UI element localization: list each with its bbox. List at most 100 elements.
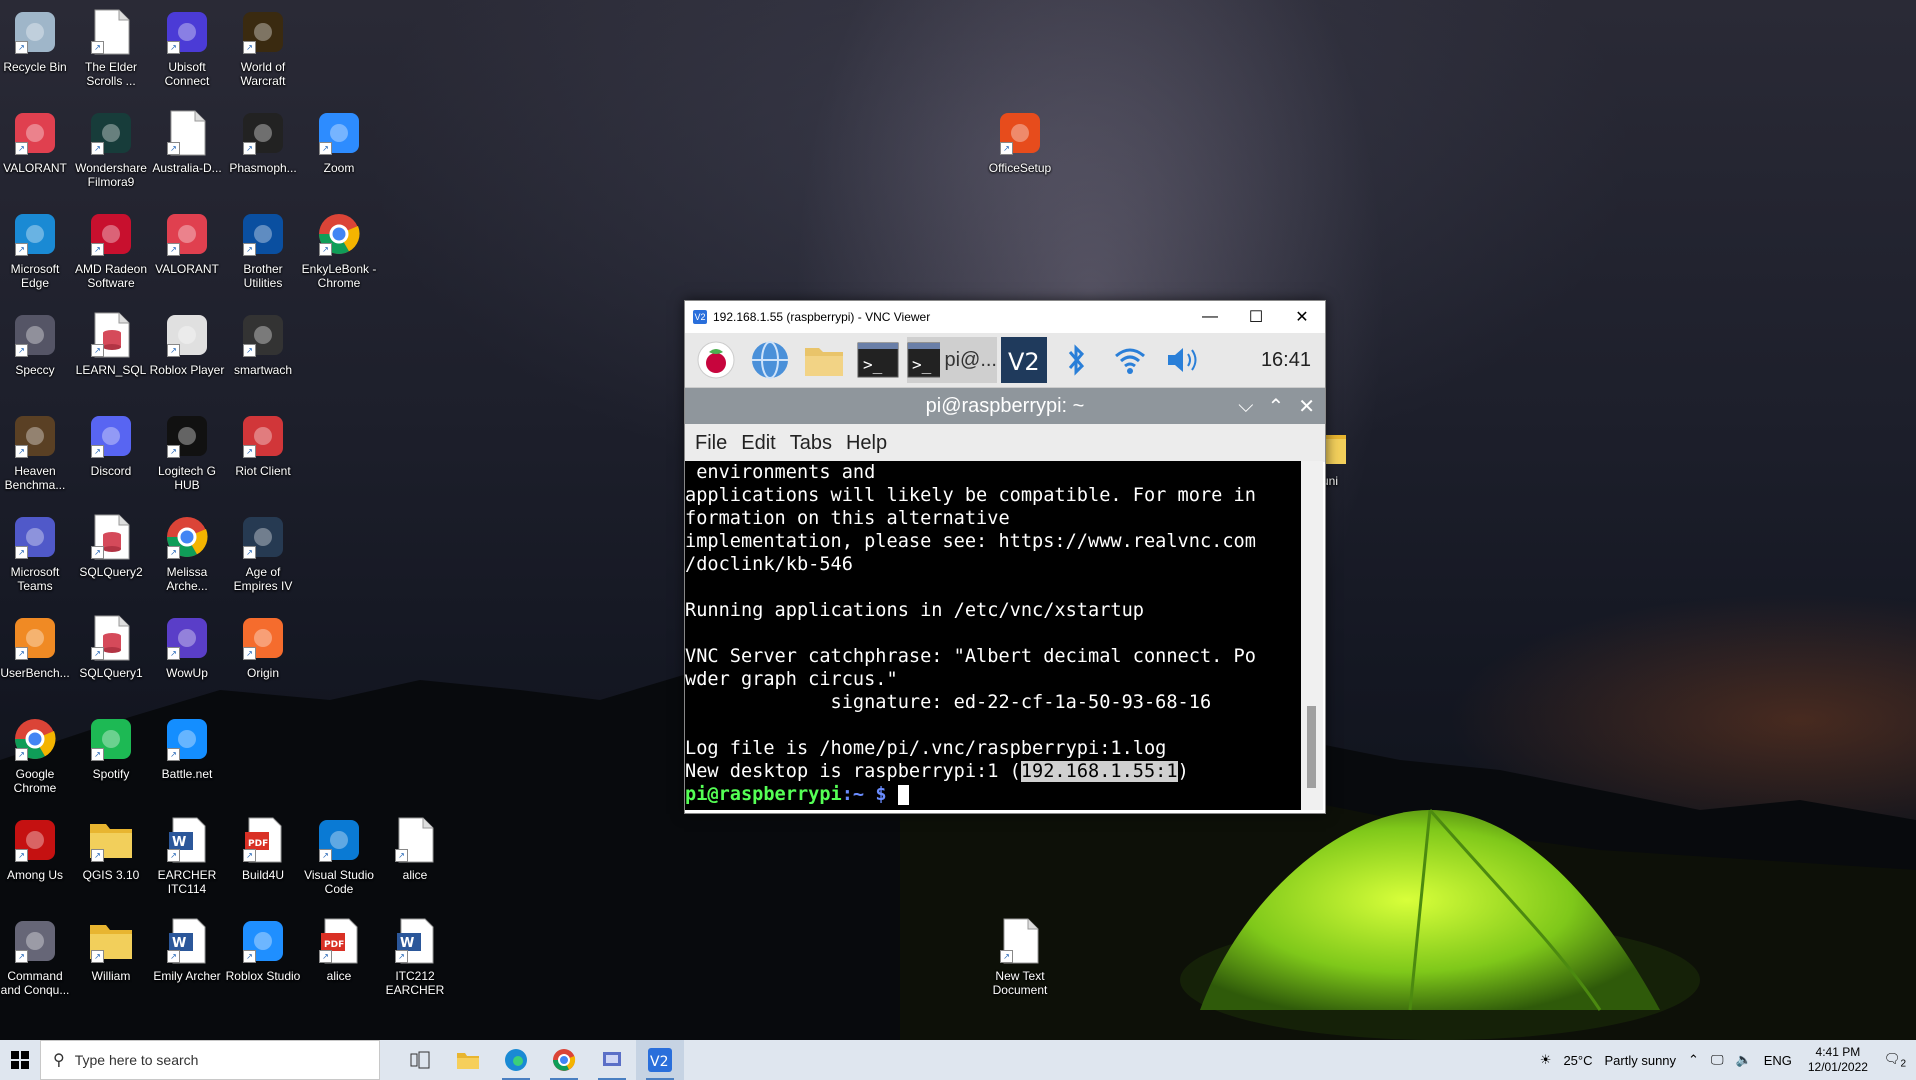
- task-view-icon[interactable]: [396, 1040, 444, 1080]
- desktop-icon[interactable]: ↗ WowUp: [148, 614, 226, 680]
- shortcut-arrow-icon: ↗: [319, 849, 332, 862]
- desktop-icon[interactable]: ↗ LEARN_SQL: [72, 311, 150, 377]
- desktop-icon[interactable]: ↗ Zoom: [300, 109, 378, 175]
- terminal-close-icon[interactable]: ✕: [1298, 394, 1315, 419]
- desktop-icon[interactable]: ↗ Spotify: [72, 715, 150, 781]
- notifications-icon[interactable]: 🗨2: [1884, 1051, 1906, 1070]
- amd-icon: ↗: [87, 210, 135, 258]
- desktop-icon[interactable]: ↗ AMD Radeon Software: [72, 210, 150, 290]
- speaker-icon[interactable]: 🔈: [1736, 1052, 1752, 1068]
- bluetooth-icon[interactable]: [1051, 337, 1101, 383]
- desktop-icon[interactable]: ↗ UserBench...: [0, 614, 74, 680]
- desktop-icon[interactable]: ↗ Battle.net: [148, 715, 226, 781]
- desktop-icon[interactable]: ↗ Australia-D...: [148, 109, 226, 175]
- minimize-button[interactable]: —: [1187, 301, 1233, 333]
- desktop-icon[interactable]: ↗ Origin: [224, 614, 302, 680]
- desktop-icon[interactable]: ↗ QGIS 3.10: [72, 816, 150, 882]
- close-button[interactable]: ✕: [1279, 301, 1325, 333]
- start-button[interactable]: [0, 1040, 40, 1080]
- desktop-icon[interactable]: ↗ New Text Document: [981, 917, 1059, 997]
- desktop-icon[interactable]: W ↗ Emily Archer: [148, 917, 226, 983]
- desktop-icon[interactable]: ↗ Command and Conqu...: [0, 917, 74, 997]
- volume-icon[interactable]: [1159, 337, 1209, 383]
- weather-icon[interactable]: ☀: [1540, 1052, 1552, 1068]
- desktop-icon[interactable]: ↗ alice: [376, 816, 454, 882]
- selected-address[interactable]: 192.168.1.55:1: [1020, 761, 1178, 782]
- vnc-viewer-window[interactable]: V2 192.168.1.55 (raspberrypi) - VNC View…: [684, 300, 1326, 814]
- desktop-icon[interactable]: ↗ World of Warcraft: [224, 8, 302, 88]
- desktop-icon[interactable]: ↗ Recycle Bin: [0, 8, 74, 74]
- wifi-icon[interactable]: [1105, 337, 1155, 383]
- menu-help[interactable]: Help: [846, 432, 887, 455]
- taskbar-clock[interactable]: 4:41 PM 12/01/2022: [1808, 1045, 1868, 1075]
- desktop-icon[interactable]: ↗ Logitech G HUB: [148, 412, 226, 492]
- web-browser-icon[interactable]: [745, 337, 795, 383]
- desktop-icon-label: Age of Empires IV: [233, 565, 293, 593]
- desktop-icon[interactable]: ↗ Discord: [72, 412, 150, 478]
- desktop-icon[interactable]: ↗ Heaven Benchma...: [0, 412, 74, 492]
- terminal-scrollbar[interactable]: [1301, 461, 1323, 810]
- terminal-output[interactable]: environments and applications will likely…: [685, 461, 1301, 810]
- desktop-icon[interactable]: ↗ Microsoft Teams: [0, 513, 74, 593]
- search-box[interactable]: ⚲ Type here to search: [40, 1040, 380, 1080]
- desktop-icon[interactable]: ↗ William: [72, 917, 150, 983]
- desktop-icon[interactable]: ↗ The Elder Scrolls ...: [72, 8, 150, 88]
- desktop-icon[interactable]: ↗ Phasmoph...: [224, 109, 302, 175]
- desktop-icon[interactable]: PDF ↗ Build4U: [224, 816, 302, 882]
- menu-file[interactable]: File: [695, 432, 727, 455]
- desktop-icon[interactable]: W ↗ ITC212 EARCHER: [376, 917, 454, 997]
- desktop-icon[interactable]: ↗ EnkyLeBonk - Chrome: [300, 210, 378, 290]
- desktop-icon[interactable]: ↗ Roblox Player: [148, 311, 226, 377]
- chevron-down-icon[interactable]: ⌵: [1238, 395, 1253, 418]
- shortcut-arrow-icon: ↗: [243, 41, 256, 54]
- terminal-launcher-icon[interactable]: >_: [853, 337, 903, 383]
- terminal-task-button[interactable]: >_ pi@...: [907, 337, 997, 383]
- network-icon[interactable]: 🖵: [1711, 1052, 1724, 1068]
- vnc-server-icon[interactable]: V2: [1001, 337, 1047, 383]
- chrome-taskbar-icon[interactable]: [540, 1040, 588, 1080]
- terminal-prompt[interactable]: pi@raspberrypi:~ $: [685, 783, 1301, 806]
- scrollbar-thumb[interactable]: [1307, 706, 1316, 788]
- app-taskbar-icon[interactable]: [588, 1040, 636, 1080]
- desktop-icon[interactable]: ↗ Google Chrome: [0, 715, 74, 795]
- shortcut-arrow-icon: ↗: [15, 647, 28, 660]
- chevron-up-tray-icon[interactable]: ⌃: [1688, 1052, 1699, 1068]
- menu-tabs[interactable]: Tabs: [790, 432, 832, 455]
- desktop-icon[interactable]: ↗ SQLQuery2: [72, 513, 150, 579]
- file-manager-icon[interactable]: [799, 337, 849, 383]
- desktop-icon[interactable]: ↗ Visual Studio Code: [300, 816, 378, 896]
- weather-desc[interactable]: Partly sunny: [1605, 1053, 1677, 1068]
- desktop-icon[interactable]: ↗ VALORANT: [148, 210, 226, 276]
- desktop-icon[interactable]: ↗ Roblox Studio: [224, 917, 302, 983]
- menu-edit[interactable]: Edit: [741, 432, 775, 455]
- terminal-line: wder graph circus.": [685, 669, 898, 690]
- desktop-icon[interactable]: ↗ Riot Client: [224, 412, 302, 478]
- desktop-icon[interactable]: ↗ VALORANT: [0, 109, 74, 175]
- raspberry-menu-icon[interactable]: [691, 337, 741, 383]
- terminal-desktop-line: New desktop is raspberrypi:1 (192.168.1.…: [685, 760, 1301, 783]
- vnc-viewer-taskbar-icon[interactable]: V2: [636, 1040, 684, 1080]
- weather-temp[interactable]: 25°C: [1563, 1053, 1592, 1068]
- vnc-titlebar[interactable]: V2 192.168.1.55 (raspberrypi) - VNC View…: [685, 301, 1325, 333]
- desktop-icon[interactable]: ↗ Melissa Arche...: [148, 513, 226, 593]
- desktop-icon[interactable]: PDF ↗ alice: [300, 917, 378, 983]
- desktop-icon[interactable]: ↗ Among Us: [0, 816, 74, 882]
- desktop-icon[interactable]: ↗ OfficeSetup: [981, 109, 1059, 175]
- file-explorer-taskbar-icon[interactable]: [444, 1040, 492, 1080]
- desktop-icon[interactable]: ↗ Age of Empires IV: [224, 513, 302, 593]
- desktop-icon[interactable]: ↗ Brother Utilities: [224, 210, 302, 290]
- desktop-icon[interactable]: ↗ smartwach: [224, 311, 302, 377]
- desktop-icon[interactable]: ↗ Speccy: [0, 311, 74, 377]
- desktop-icon-label: AMD Radeon Software: [74, 262, 148, 290]
- desktop-icon[interactable]: ↗ Microsoft Edge: [0, 210, 74, 290]
- chevron-up-icon[interactable]: ⌃: [1267, 394, 1284, 419]
- edge-taskbar-icon[interactable]: [492, 1040, 540, 1080]
- maximize-button[interactable]: ☐: [1233, 301, 1279, 333]
- language-indicator[interactable]: ENG: [1764, 1053, 1792, 1068]
- desktop-icon[interactable]: ↗ Ubisoft Connect: [148, 8, 226, 88]
- desktop-icon[interactable]: ↗ SQLQuery1: [72, 614, 150, 680]
- desktop-icon-label: Command and Conqu...: [0, 969, 70, 997]
- desktop-icon[interactable]: W ↗ EARCHER ITC114: [148, 816, 226, 896]
- terminal-titlebar[interactable]: pi@raspberrypi: ~ ⌵ ⌃ ✕: [685, 388, 1325, 424]
- desktop-icon[interactable]: ↗ Wondershare Filmora9: [72, 109, 150, 189]
